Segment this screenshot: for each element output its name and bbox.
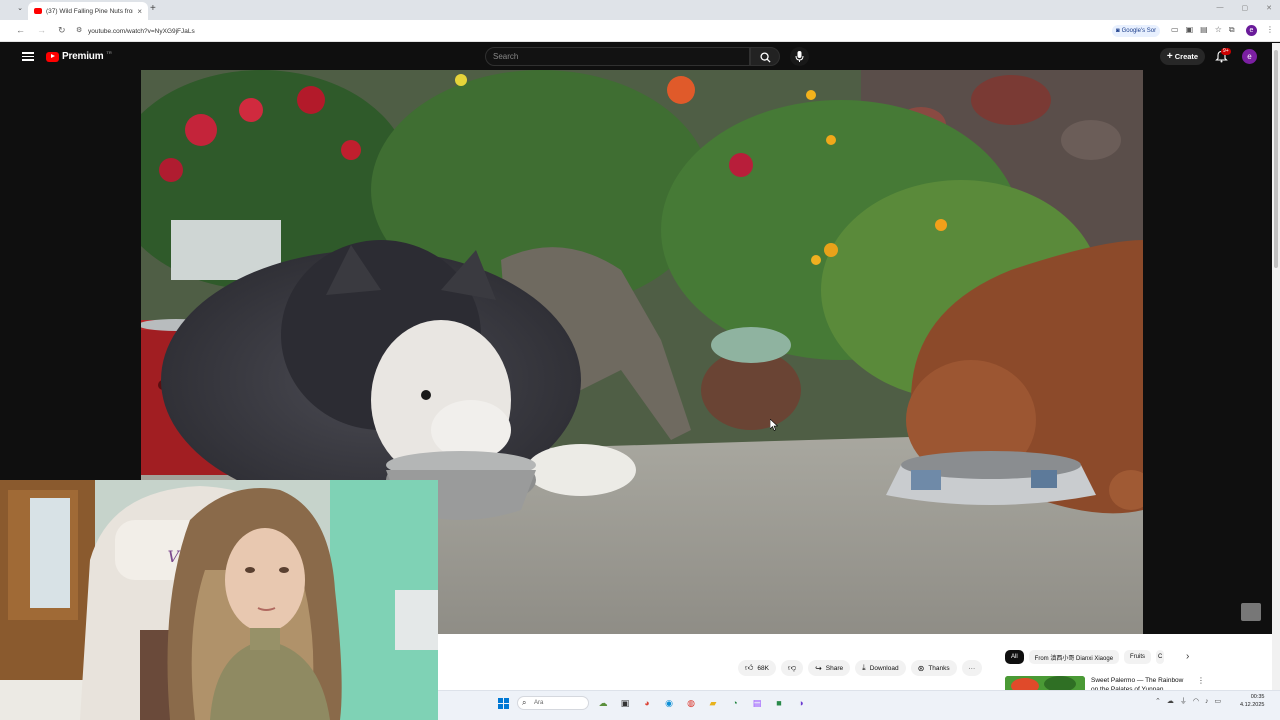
like-button[interactable]: 👍︎ 68K <box>738 660 776 676</box>
download-button[interactable]: ⤓ Download <box>855 660 906 676</box>
thumbs-up-icon: 👍︎ <box>745 663 754 672</box>
windows-start-icon[interactable] <box>495 695 511 711</box>
twitch-icon[interactable]: ▤ <box>749 695 765 711</box>
tray-chevron-icon[interactable]: ⌃ <box>1155 697 1161 705</box>
taskbar-search-placeholder: Ara <box>534 700 544 706</box>
system-tray: ⌃ ☁ ⏚ ◠ ♪ ▭ <box>1155 696 1221 706</box>
cast-icon[interactable]: ▭ <box>1171 25 1179 35</box>
site-info-icon[interactable]: ⚙ <box>76 26 82 34</box>
miniplayer-thumbnail[interactable] <box>1241 603 1261 621</box>
clock-time: 00:35 <box>1250 694 1265 700</box>
thumbs-down-icon: 👎︎ <box>787 663 797 672</box>
notification-badge: 9+ <box>1221 48 1231 55</box>
thanks-label: Thanks <box>928 664 950 672</box>
back-arrow-icon[interactable]: ← <box>16 25 25 36</box>
forward-arrow-icon[interactable]: → <box>37 25 46 36</box>
wifi-icon[interactable]: ◠ <box>1193 697 1199 705</box>
download-icon: ⤓ <box>862 663 866 672</box>
google-icon: ◙ <box>1116 28 1120 34</box>
video-actions: 👍︎ 68K 👎︎ ↪ Share ⤓ Download ⊛ Thanks ··… <box>738 660 983 676</box>
task-view-icon[interactable]: ▣ <box>617 695 633 711</box>
browser-app-icon[interactable]: ◑ <box>793 695 809 711</box>
search-input[interactable]: Search <box>485 47 750 66</box>
maximize-icon[interactable]: ▢ <box>1242 4 1249 12</box>
like-count: 68K <box>757 664 769 672</box>
minimize-icon[interactable]: — <box>1217 4 1224 12</box>
search-icon <box>760 52 771 63</box>
chrome-app-icon[interactable]: ◔ <box>727 695 743 711</box>
logo-region: TR <box>106 50 112 55</box>
logo-text: Premium <box>62 51 104 62</box>
window-controls: — ▢ ✕ <box>1217 4 1273 12</box>
chrome-icon[interactable]: ◕ <box>639 695 655 711</box>
browser-nav: ← → ↻ <box>16 25 66 36</box>
translate-icon[interactable]: ▣ <box>1186 25 1194 35</box>
share-arrow-icon: ↪ <box>815 663 822 673</box>
thanks-button[interactable]: ⊛ Thanks <box>910 660 957 676</box>
cloud-icon[interactable]: ☁ <box>1167 697 1174 705</box>
youtube-premium-logo[interactable]: Premium TR <box>46 50 112 62</box>
taskbar-search-input[interactable]: ⌕ Ara <box>517 696 589 710</box>
taskbar-search-icon: ⌕ <box>522 698 527 707</box>
share-label: Share <box>825 664 844 672</box>
share-button[interactable]: ↪ Share <box>808 660 851 676</box>
youtube-play-logo-icon <box>46 51 59 62</box>
address-bar[interactable]: youtube.com/watch?v=NyXG9jFJaLs <box>70 23 1110 39</box>
more-actions-button[interactable]: ··· <box>961 660 983 676</box>
chip-fruits[interactable]: Fruits <box>1124 650 1152 664</box>
terminal-icon[interactable]: ■ <box>771 695 787 711</box>
download-label: Download <box>869 664 899 672</box>
chip-from-channel[interactable]: From 滇西小哥 Dianxi Xiaoge <box>1028 650 1120 664</box>
account-avatar[interactable]: e <box>1242 49 1257 64</box>
chrome-profile-icon[interactable]: ◍ <box>683 695 699 711</box>
microphone-icon <box>795 51 804 62</box>
google-lens-badge[interactable]: ◙ Google's Sor <box>1112 25 1161 37</box>
reload-icon[interactable]: ↻ <box>58 25 66 36</box>
thanks-icon: ⊛ <box>917 663 925 673</box>
google-badge-label: Google's Sor <box>1121 28 1157 34</box>
edge-icon[interactable]: ◉ <box>661 695 677 711</box>
plus-icon: + <box>1166 51 1173 62</box>
voice-search-button[interactable] <box>790 47 809 66</box>
tab-title: (37) Wild Falling Pine Nuts from <box>46 7 134 15</box>
tab-close-icon[interactable]: × <box>137 7 142 16</box>
youtube-favicon-icon <box>34 8 42 14</box>
toolbar-icons: ▭ ▣ ▤ ☆ ⧉ <box>1171 25 1235 35</box>
recommended-video-thumbnail[interactable] <box>1005 676 1085 690</box>
webcam-frame: Vzakte <box>0 480 438 720</box>
install-icon[interactable]: ▤ <box>1200 25 1208 35</box>
taskbar-clock[interactable]: 00:35 4.12.2025 <box>1240 693 1264 709</box>
close-window-icon[interactable]: ✕ <box>1266 4 1272 12</box>
bookmark-star-icon[interactable]: ☆ <box>1215 25 1222 35</box>
recommended-more-icon[interactable]: ⋮ <box>1197 676 1205 685</box>
search-button[interactable] <box>750 47 780 66</box>
tab-list-chevron-icon[interactable]: ⌄ <box>15 4 25 16</box>
create-button[interactable]: + Create <box>1160 48 1205 65</box>
mouse-cursor-icon <box>769 418 779 436</box>
browser-tab-strip <box>0 0 1280 20</box>
taskbar-apps: ⌕ Ara ☁ ▣ ◕ ◉ ◍ ▰ ◔ ▤ ■ ◑ <box>495 695 809 711</box>
mic-tray-icon[interactable]: ⏚ <box>1180 696 1187 706</box>
webcam-overlay: Vzakte <box>0 480 438 720</box>
scrollbar-thumb[interactable] <box>1274 50 1278 268</box>
clock-date: 4.12.2025 <box>1240 702 1265 708</box>
extensions-icon[interactable]: ⧉ <box>1229 25 1235 35</box>
more-icon: ··· <box>968 664 976 672</box>
browser-menu-icon[interactable]: ⋮ <box>1266 25 1274 34</box>
new-tab-button[interactable]: + <box>150 3 156 14</box>
chip-all[interactable]: All <box>1005 650 1024 664</box>
file-explorer-icon[interactable]: ▰ <box>705 695 721 711</box>
dislike-button[interactable]: 👎︎ <box>780 660 804 676</box>
create-label: Create <box>1174 52 1199 61</box>
chip-partial[interactable]: C <box>1156 650 1165 664</box>
recommendation-chips: All From 滇西小哥 Dianxi Xiaoge Fruits C <box>1005 650 1165 664</box>
recommended-video-title[interactable]: Sweet Palermo — The Rainbow on the Palat… <box>1091 676 1191 690</box>
chips-next-chevron-icon[interactable]: › <box>1186 651 1189 662</box>
widgets-icon[interactable]: ☁ <box>595 695 611 711</box>
volume-icon[interactable]: ♪ <box>1205 698 1209 705</box>
battery-icon[interactable]: ▭ <box>1214 697 1221 705</box>
browser-tab[interactable]: (37) Wild Falling Pine Nuts from × <box>28 2 148 20</box>
hamburger-menu-icon[interactable] <box>22 50 34 62</box>
browser-profile-avatar[interactable]: e <box>1246 25 1257 36</box>
